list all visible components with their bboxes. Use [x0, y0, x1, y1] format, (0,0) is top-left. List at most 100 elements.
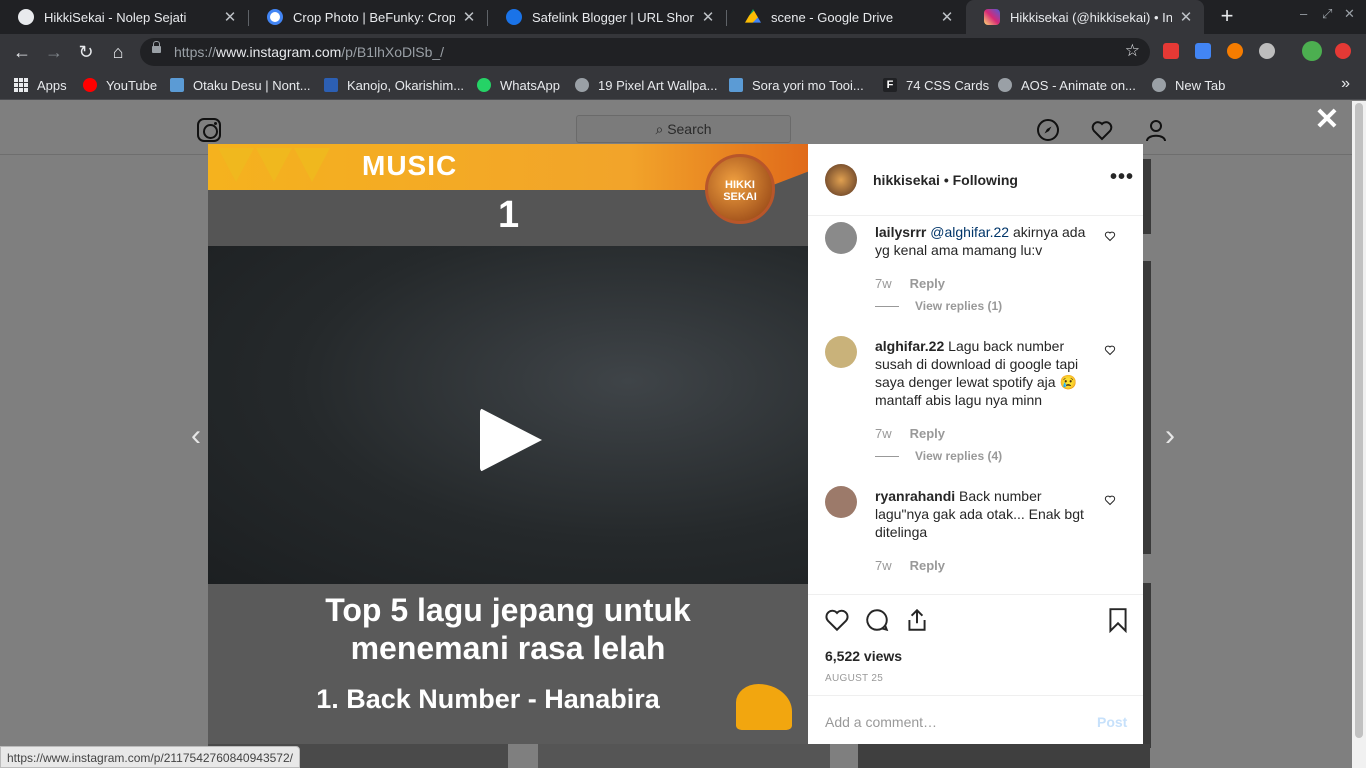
author-avatar[interactable]	[825, 164, 857, 196]
globe-icon	[998, 78, 1012, 92]
back-icon[interactable]: ←	[10, 40, 34, 64]
tab-title: scene - Google Drive	[771, 9, 894, 25]
page-scrollbar[interactable]	[1352, 101, 1366, 768]
author-name[interactable]: hikkisekai	[873, 172, 940, 188]
post-actions: 6,522 views AUGUST 25 Add a comment… Pos…	[808, 594, 1143, 744]
commenter-avatar[interactable]	[825, 486, 857, 518]
comment-bubble-icon[interactable]	[864, 607, 890, 633]
bookmark-whatsapp[interactable]: WhatsApp	[477, 76, 560, 94]
close-tab-icon[interactable]: ✕	[939, 8, 955, 26]
close-tab-icon[interactable]: ✕	[1178, 8, 1194, 26]
video-header-graphic: MUSIC 1 HIKKI SEKAI	[208, 144, 808, 246]
tab-befunky[interactable]: Crop Photo | BeFunky: Cropping ✕	[249, 0, 487, 34]
address-bar[interactable]: https://www.instagram.com/p/B1lhXoDlSb_/…	[140, 38, 1150, 66]
post-video[interactable]: MUSIC 1 HIKKI SEKAI Top 5 lagu jepang un…	[208, 144, 808, 744]
view-replies-button[interactable]: View replies (4)	[875, 449, 1002, 463]
bookmark-star-icon[interactable]: ☆	[1125, 41, 1140, 61]
like-heart-icon[interactable]	[824, 607, 850, 633]
reply-button[interactable]: Reply	[910, 426, 945, 441]
translate-icon[interactable]	[1195, 43, 1211, 59]
view-count[interactable]: 6,522 views	[825, 648, 902, 664]
previous-post-arrow-icon[interactable]: ‹	[186, 421, 206, 451]
caption-line-1: Top 5 lagu jepang untuk	[325, 592, 691, 628]
activity-heart-icon[interactable]	[1090, 118, 1114, 142]
extension-fire-icon[interactable]	[1227, 43, 1243, 59]
forward-icon[interactable]: →	[42, 40, 66, 64]
tab-google-drive[interactable]: scene - Google Drive ✕	[727, 0, 965, 34]
bookmark-youtube[interactable]: YouTube	[83, 76, 157, 94]
comment-age[interactable]: 7w	[875, 276, 892, 291]
author-username[interactable]: hikkisekai • Following	[873, 172, 1018, 188]
more-options-icon[interactable]: •••	[1110, 166, 1134, 189]
save-bookmark-icon[interactable]	[1105, 607, 1131, 633]
restore-icon[interactable]: ⤢	[1322, 6, 1332, 22]
like-comment-heart-icon[interactable]	[1104, 230, 1116, 242]
update-icon[interactable]	[1335, 43, 1351, 59]
search-placeholder: Search	[667, 121, 712, 137]
bookmark-label: 74 CSS Cards	[906, 77, 990, 93]
reply-button[interactable]: Reply	[910, 558, 945, 573]
scrollbar-thumb[interactable]	[1355, 103, 1363, 738]
bookmark-otaku-desu[interactable]: Otaku Desu | Nont...	[170, 76, 311, 94]
comment-username[interactable]: ryanrahandi	[875, 488, 955, 504]
like-comment-heart-icon[interactable]	[1104, 494, 1116, 506]
chevron-decoration-icon	[218, 148, 254, 182]
comment-username[interactable]: lailysrrr	[875, 224, 926, 240]
share-icon[interactable]	[904, 607, 930, 633]
post-details-panel: hikkisekai • Following ••• lailysrrr @al…	[808, 144, 1143, 744]
pocket-icon[interactable]	[1163, 43, 1179, 59]
view-replies-button[interactable]: View replies (1)	[875, 299, 1002, 313]
background-post-tile	[858, 744, 1150, 768]
tab-hikkisekai[interactable]: HikkiSekai - Nolep Sejati ✕	[0, 0, 248, 34]
tab-instagram[interactable]: Hikkisekai (@hikkisekai) • Instagram ✕	[966, 0, 1204, 34]
background-post-tile	[1143, 261, 1151, 554]
tab-safelink[interactable]: Safelink Blogger | URL Shortener ✕	[488, 0, 726, 34]
bookmark-css-cards[interactable]: F 74 CSS Cards	[883, 76, 989, 94]
add-comment-input[interactable]: Add a comment…	[825, 714, 937, 730]
search-input[interactable]: ⌕ Search	[576, 115, 791, 143]
post-comment-button[interactable]: Post	[1097, 714, 1127, 730]
kanojo-icon	[324, 78, 338, 92]
instagram-page: ⌕ Search ✕ ‹ › MUSIC 1 HIKKI SEKAI Top 5…	[0, 101, 1352, 768]
minimize-icon[interactable]: –	[1300, 6, 1307, 21]
bookmark-aos[interactable]: AOS - Animate on...	[998, 76, 1136, 94]
comment-text: ryanrahandi Back number lagu"nya gak ada…	[875, 487, 1093, 541]
window-close-icon[interactable]: ✕	[1344, 6, 1355, 22]
url-scheme: https://	[174, 44, 217, 60]
extension-download-icon[interactable]	[1259, 43, 1275, 59]
close-tab-icon[interactable]: ✕	[700, 8, 716, 26]
tab-title: Crop Photo | BeFunky: Cropping	[293, 9, 455, 25]
commenter-avatar[interactable]	[825, 336, 857, 368]
reply-button[interactable]: Reply	[910, 276, 945, 291]
close-modal-icon[interactable]: ✕	[1314, 105, 1340, 135]
like-comment-heart-icon[interactable]	[1104, 344, 1116, 356]
url-path: /p/B1lhXoDlSb_/	[341, 44, 445, 60]
bookmark-new-tab[interactable]: New Tab	[1152, 76, 1225, 94]
bookmark-sora-yori[interactable]: Sora yori mo Tooi...	[729, 76, 864, 94]
play-icon[interactable]	[480, 408, 542, 472]
close-tab-icon[interactable]: ✕	[461, 8, 477, 26]
comment-age[interactable]: 7w	[875, 426, 892, 441]
post-date[interactable]: AUGUST 25	[825, 673, 883, 684]
comment-mention[interactable]: @alghifar.22	[930, 224, 1009, 240]
next-post-arrow-icon[interactable]: ›	[1160, 421, 1180, 451]
close-tab-icon[interactable]: ✕	[222, 8, 238, 26]
bookmarks-overflow-icon[interactable]: »	[1341, 75, 1350, 93]
following-status[interactable]: • Following	[944, 172, 1018, 188]
profile-user-icon[interactable]	[1144, 118, 1168, 142]
music-label: MUSIC	[362, 150, 458, 181]
bookmark-pixel-art[interactable]: 19 Pixel Art Wallpa...	[575, 76, 717, 94]
explore-compass-icon[interactable]	[1036, 118, 1060, 142]
home-icon[interactable]: ⌂	[106, 40, 130, 64]
commenter-avatar[interactable]	[825, 222, 857, 254]
bookmark-kanojo[interactable]: Kanojo, Okarishim...	[324, 76, 464, 94]
reload-icon[interactable]: ↻	[74, 40, 98, 64]
bookmark-apps[interactable]: Apps	[14, 76, 67, 94]
comment-username[interactable]: alghifar.22	[875, 338, 944, 354]
instagram-logo-icon[interactable]	[197, 118, 221, 142]
comment-age[interactable]: 7w	[875, 558, 892, 573]
profile-avatar[interactable]	[1302, 41, 1322, 61]
caption-line-2: menemani rasa lelah	[350, 630, 666, 666]
youtube-icon	[83, 78, 97, 92]
new-tab-button[interactable]: +	[1215, 5, 1239, 29]
